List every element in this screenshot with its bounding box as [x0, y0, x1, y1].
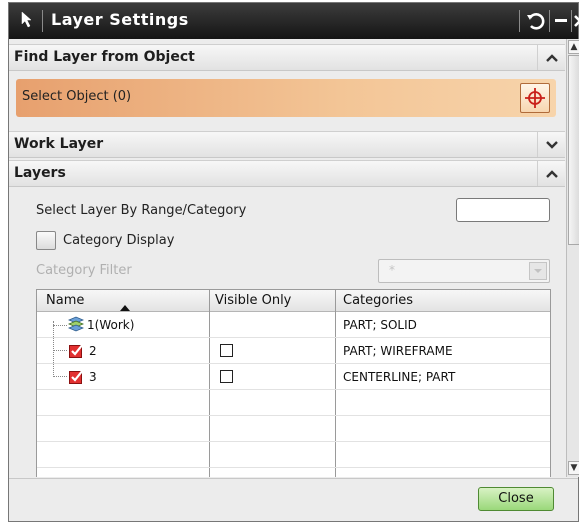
- close-button[interactable]: Close: [478, 487, 554, 511]
- chevron-up-icon[interactable]: [537, 45, 565, 70]
- section-find-layer[interactable]: Find Layer from Object: [9, 44, 565, 71]
- sort-ascending-icon[interactable]: [119, 297, 131, 316]
- layer-settings-dialog: Layer Settings Find Layer from Object Se…: [8, 2, 579, 522]
- dropdown-arrow-icon[interactable]: [529, 262, 547, 280]
- row-divider: [37, 363, 550, 364]
- category-display-checkbox[interactable]: [36, 231, 56, 250]
- visible-only-checkbox[interactable]: [220, 370, 233, 383]
- scroll-down-icon[interactable]: ▼: [568, 461, 579, 475]
- category-display-label: Category Display: [63, 233, 175, 248]
- column-divider: [335, 290, 336, 477]
- layer-categories: CENTERLINE; PART: [343, 370, 456, 384]
- checked-layer-icon[interactable]: [69, 343, 84, 362]
- row-divider: [37, 389, 550, 390]
- layer-stack-icon: [67, 316, 85, 336]
- chevron-down-icon[interactable]: [537, 132, 565, 157]
- section-title: Layers: [14, 165, 66, 181]
- layer-name: 2: [89, 344, 97, 358]
- row-divider: [37, 467, 550, 468]
- title-separator: [519, 10, 520, 32]
- tree-connector: [53, 325, 67, 327]
- visible-only-checkbox[interactable]: [220, 344, 233, 357]
- select-object-button[interactable]: [520, 83, 550, 113]
- section-title: Work Layer: [14, 136, 104, 152]
- column-divider: [209, 290, 210, 477]
- category-filter-label: Category Filter: [36, 263, 132, 278]
- window-menu-icon[interactable]: [19, 9, 39, 31]
- range-category-label: Select Layer By Range/Category: [36, 203, 247, 218]
- checked-layer-icon[interactable]: [69, 369, 84, 388]
- section-title: Find Layer from Object: [14, 49, 195, 65]
- layer-name: 1(Work): [87, 318, 135, 332]
- category-filter-dropdown[interactable]: *: [378, 259, 550, 283]
- scroll-up-icon[interactable]: ▲: [568, 40, 579, 54]
- chevron-up-icon[interactable]: [537, 161, 565, 186]
- select-object-bar[interactable]: Select Object (0): [16, 79, 556, 117]
- table-header: Name Visible Only Categories: [37, 290, 550, 312]
- row-divider: [37, 337, 550, 338]
- layer-categories: PART; SOLID: [343, 318, 417, 332]
- category-filter-value: *: [389, 263, 395, 277]
- column-header-name[interactable]: Name: [46, 293, 84, 308]
- title-separator: [571, 10, 572, 32]
- row-divider: [37, 441, 550, 442]
- range-category-input[interactable]: [456, 198, 550, 222]
- column-header-categories[interactable]: Categories: [343, 293, 413, 308]
- vertical-scrollbar[interactable]: ▲ ▼: [566, 39, 579, 477]
- select-object-label: Select Object (0): [22, 89, 132, 104]
- footer-divider: [9, 478, 578, 479]
- window-title: Layer Settings: [51, 10, 189, 29]
- tree-connector: [53, 321, 55, 377]
- crosshair-icon: [525, 88, 545, 108]
- dialog-content: Find Layer from Object Select Object (0)…: [9, 39, 565, 477]
- layers-table: Name Visible Only Categories 1(Work) PAR…: [36, 289, 551, 477]
- title-separator: [42, 10, 43, 32]
- reset-icon[interactable]: [522, 7, 550, 35]
- close-icon[interactable]: [573, 7, 579, 35]
- scrollbar-thumb[interactable]: [568, 55, 579, 245]
- tree-connector: [53, 350, 67, 352]
- layer-categories: PART; WIREFRAME: [343, 344, 453, 358]
- section-work-layer[interactable]: Work Layer: [9, 131, 565, 158]
- column-header-visible-only[interactable]: Visible Only: [215, 293, 291, 308]
- tree-connector: [53, 376, 67, 378]
- row-divider: [37, 415, 550, 416]
- title-bar: Layer Settings: [9, 3, 579, 39]
- layer-name: 3: [89, 370, 97, 384]
- title-separator: [549, 10, 550, 32]
- section-layers[interactable]: Layers: [9, 160, 565, 187]
